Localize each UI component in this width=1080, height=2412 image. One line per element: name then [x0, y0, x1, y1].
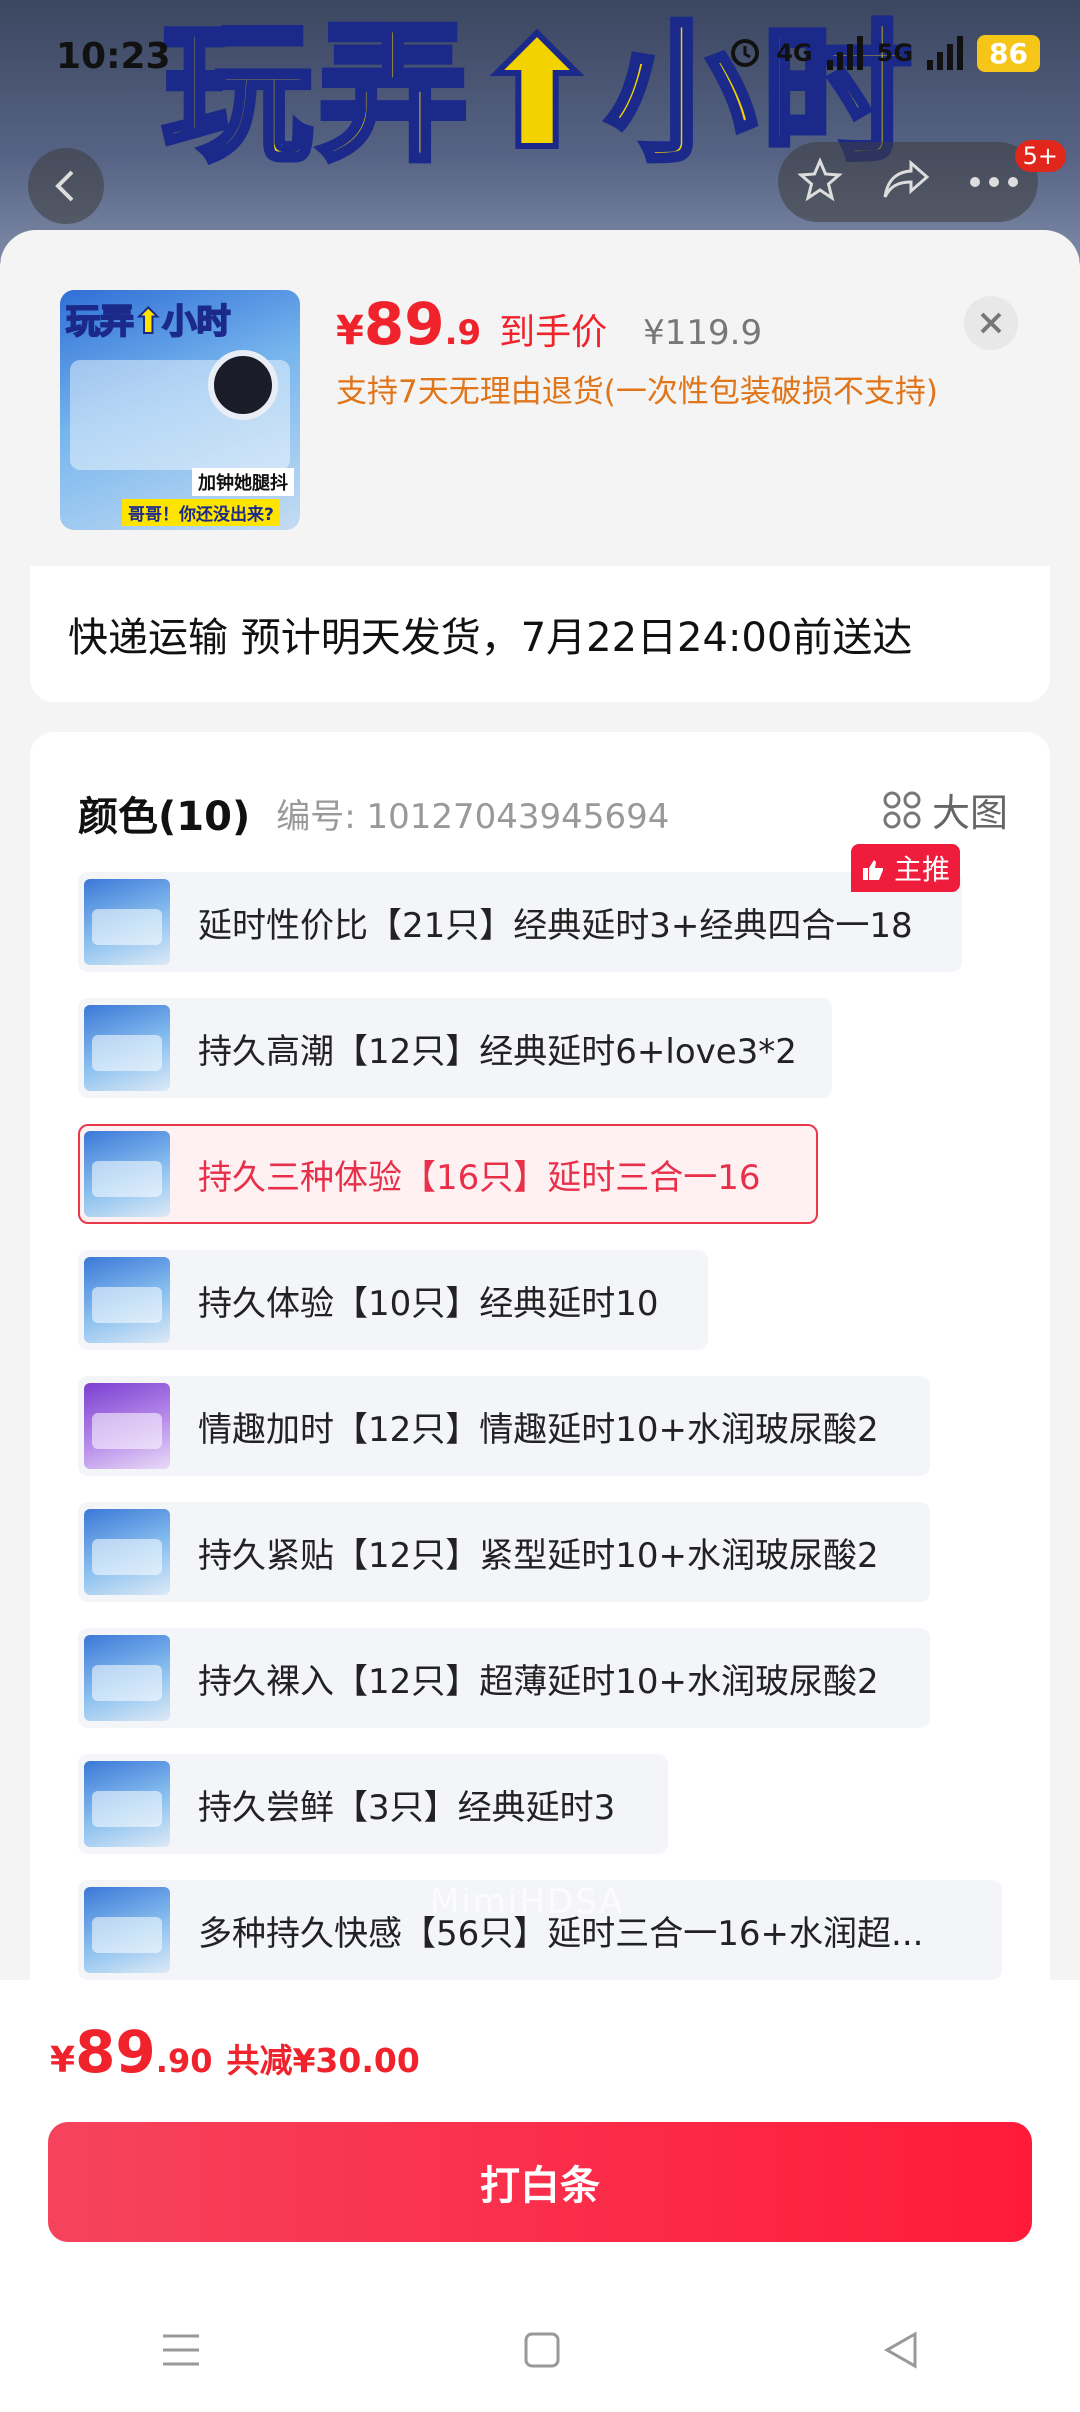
- system-nav-bar: [0, 2292, 1080, 2412]
- share-icon: [883, 159, 930, 198]
- favorite-button[interactable]: [797, 157, 843, 207]
- signal-bars-icon: [927, 36, 964, 70]
- option-thumbnail: [84, 1509, 170, 1595]
- signal-4g-label: 4G: [776, 39, 813, 67]
- option-thumbnail: [84, 1761, 170, 1847]
- system-back-button[interactable]: [881, 2330, 921, 2374]
- recommended-label: 主推: [893, 853, 950, 886]
- option-thumbnail: [84, 1257, 170, 1343]
- price-currency: ¥: [336, 308, 364, 354]
- price-integer: 89: [363, 290, 445, 358]
- footer-price-integer: 89: [75, 2018, 156, 2086]
- status-bar: 10:23 4G 5G 86: [0, 30, 1080, 90]
- option-item[interactable]: 延时性价比【21只】经典延时3+经典四合一18 主推: [78, 844, 962, 972]
- option-thumbnail: [84, 1005, 170, 1091]
- option-thumbnail: [84, 1887, 170, 1973]
- close-icon: [980, 312, 1002, 334]
- option-thumbnail: [84, 1131, 170, 1217]
- option-label: 情趣加时【12只】情趣延时10+水润玻尿酸2: [198, 1409, 879, 1450]
- option-item[interactable]: 持久尝鲜【3只】经典延时3: [78, 1754, 668, 1854]
- signal-5g-label: 5G: [876, 39, 914, 67]
- option-thumbnail: [84, 1635, 170, 1721]
- close-button[interactable]: [964, 296, 1018, 350]
- price-line: ¥ 89 .9 到手价 ¥119.9: [336, 290, 762, 358]
- menu-button[interactable]: [159, 2330, 203, 2374]
- more-button[interactable]: [969, 173, 1019, 192]
- option-item-selected[interactable]: 持久三种体验【16只】延时三合一16: [78, 1124, 818, 1224]
- grid-icon: [883, 791, 921, 828]
- alarm-icon: [728, 34, 762, 72]
- option-item[interactable]: 持久高潮【12只】经典延时6+love3*2: [78, 998, 832, 1098]
- option-label: 持久紧贴【12只】紧型延时10+水润玻尿酸2: [198, 1535, 879, 1576]
- big-view-toggle[interactable]: 大图: [882, 782, 1008, 837]
- header-actions: [778, 142, 1038, 222]
- thumb-device-image: [208, 350, 278, 420]
- status-icons: 4G 5G 86: [728, 34, 1040, 72]
- option-label: 持久尝鲜【3只】经典延时3: [198, 1787, 616, 1828]
- shipping-info[interactable]: 快递运输 预计明天发货，7月22日24:00前送达: [30, 566, 1050, 702]
- buy-area: 打白条: [0, 2110, 1080, 2412]
- spec-title: 颜色(10): [78, 794, 251, 840]
- option-thumbnail: [84, 879, 170, 965]
- original-price: ¥119.9: [643, 313, 763, 353]
- spec-header: 颜色(10) 编号: 10127043945694 大图: [78, 784, 1008, 842]
- option-label: 持久高潮【12只】经典延时6+love3*2: [198, 1031, 797, 1072]
- message-badge: 5+: [1014, 140, 1066, 172]
- option-label: 延时性价比【21只】经典延时3+经典四合一18: [198, 905, 913, 946]
- product-thumbnail[interactable]: 玩弄⬆小时 加钟她腿抖 哥哥！你还没出来?: [60, 290, 300, 530]
- price-decimal: .9: [444, 313, 482, 353]
- option-label: 持久体验【10只】经典延时10: [198, 1283, 659, 1324]
- home-square-icon: [524, 2332, 560, 2368]
- back-button[interactable]: [28, 148, 104, 224]
- option-label: 持久裸入【12只】超薄延时10+水润玻尿酸2: [198, 1661, 879, 1702]
- thumbs-up-icon: [863, 860, 884, 880]
- menu-icon: [163, 2334, 200, 2366]
- back-triangle-icon: [883, 2331, 917, 2369]
- option-item[interactable]: 情趣加时【12只】情趣延时10+水润玻尿酸2: [78, 1376, 930, 1476]
- option-label: 持久三种体验【16只】延时三合一16: [198, 1157, 761, 1198]
- option-item[interactable]: 持久裸入【12只】超薄延时10+水润玻尿酸2: [78, 1628, 930, 1728]
- footer-price-bar: ¥ 89 .90 共减¥30.00: [0, 1980, 1080, 2110]
- option-list: 延时性价比【21只】经典延时3+经典四合一18 主推 持久高潮【12只】经典延时…: [78, 844, 1008, 2006]
- option-item[interactable]: 持久体验【10只】经典延时10: [78, 1250, 708, 1350]
- product-code: 编号: 10127043945694: [276, 796, 670, 837]
- battery-indicator: 86: [977, 34, 1040, 72]
- star-icon: [797, 157, 843, 202]
- option-thumbnail: [84, 1383, 170, 1469]
- thumb-caption: 哥哥！你还没出来?: [122, 499, 280, 526]
- watermark: MimiHDSA: [430, 1882, 625, 1922]
- final-price-label: 到手价: [499, 312, 608, 353]
- recommended-badge: 主推: [851, 844, 960, 892]
- thumb-title: 玩弄⬆小时: [65, 301, 231, 343]
- savings-text: 共减¥30.00: [226, 2041, 420, 2080]
- home-button[interactable]: [522, 2330, 562, 2374]
- more-dots-icon: [970, 176, 1018, 187]
- product-summary: 玩弄⬆小时 加钟她腿抖 哥哥！你还没出来? ¥ 89 .9 到手价 ¥119.9…: [60, 290, 1020, 530]
- option-item[interactable]: 持久紧贴【12只】紧型延时10+水润玻尿酸2: [78, 1502, 930, 1602]
- footer-price-decimal: .90: [155, 2042, 213, 2080]
- big-view-label: 大图: [931, 791, 1008, 835]
- sku-sheet: 玩弄⬆小时 加钟她腿抖 哥哥！你还没出来? ¥ 89 .9 到手价 ¥119.9…: [0, 230, 1080, 2412]
- chevron-left-icon: [55, 170, 74, 202]
- footer-currency: ¥: [50, 2040, 76, 2081]
- return-policy: 支持7天无理由退货(一次性包装破损不支持): [336, 374, 938, 410]
- shipping-text: 快递运输 预计明天发货，7月22日24:00前送达: [68, 615, 913, 661]
- signal-bars-icon: [826, 36, 863, 70]
- buy-button[interactable]: 打白条: [48, 2122, 1032, 2242]
- share-button[interactable]: [881, 157, 931, 207]
- thumb-tag: 加钟她腿抖: [192, 468, 294, 496]
- status-time: 10:23: [56, 36, 171, 77]
